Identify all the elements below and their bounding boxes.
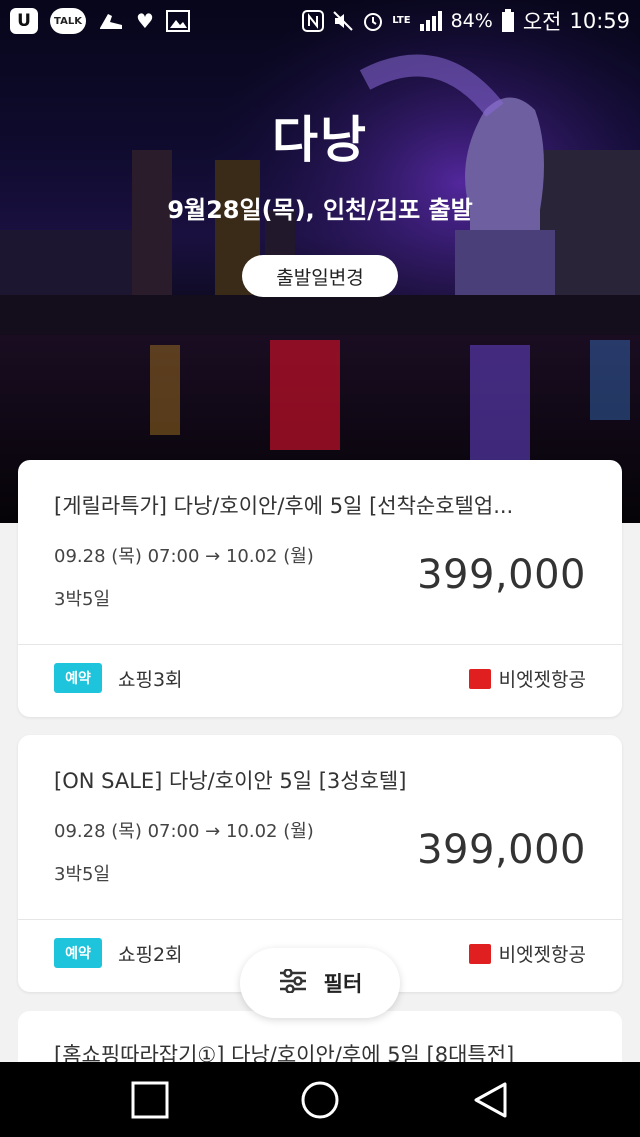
nfc-icon	[302, 10, 325, 32]
reservation-badge: 예약	[54, 938, 102, 968]
hero-banner: U TALK ♥ LTE 84% 오전 10:59 다낭 9월28일(목), 인…	[0, 0, 640, 523]
reservation-badge: 예약	[54, 663, 102, 693]
airline-name: 비엣젯항공	[498, 669, 586, 691]
back-button[interactable]	[470, 1080, 510, 1120]
product-duration: 3박5일	[54, 589, 111, 610]
battery-icon	[501, 9, 515, 33]
airline-info: 비엣젯항공	[468, 665, 586, 692]
vietjet-logo-icon	[468, 668, 491, 689]
ampm-label: 오전	[522, 10, 562, 34]
kakaotalk-icon: TALK	[50, 8, 86, 34]
running-shoe-icon	[98, 10, 124, 32]
product-dates: 09.28 (목) 07:00 → 10.02 (월)	[54, 546, 314, 567]
shopping-count: 쇼핑3회	[118, 669, 183, 691]
lte-icon: LTE	[392, 15, 411, 26]
alarm-icon	[362, 10, 384, 32]
battery-percent: 84%	[450, 10, 493, 32]
recent-apps-button[interactable]	[130, 1080, 170, 1120]
destination-title: 다낭	[272, 111, 368, 169]
shopping-count: 쇼핑2회	[118, 944, 183, 966]
image-icon	[165, 10, 190, 32]
airline-name: 비엣젯항공	[498, 944, 586, 966]
mute-icon	[332, 10, 354, 32]
airline-info: 비엣젯항공	[468, 940, 586, 967]
circle-icon	[301, 1081, 339, 1119]
vietjet-logo-icon	[468, 943, 491, 964]
clock-time: 10:59	[569, 9, 630, 33]
filter-sliders-icon	[278, 968, 308, 997]
heart-icon: ♥	[136, 9, 154, 33]
departure-info: 9월28일(목), 인천/김포 출발	[167, 196, 473, 224]
android-nav-bar	[0, 1062, 640, 1137]
product-price: 399,000	[417, 827, 586, 873]
change-departure-button[interactable]: 출발일변경	[242, 255, 398, 297]
product-title: [ON SALE] 다낭/호이안 5일 [3성호텔]	[54, 769, 407, 793]
home-button[interactable]	[300, 1080, 340, 1120]
product-dates: 09.28 (목) 07:00 → 10.02 (월)	[54, 821, 314, 842]
product-duration: 3박5일	[54, 864, 111, 885]
u-plus-icon: U	[10, 8, 38, 34]
square-icon	[131, 1081, 169, 1119]
back-triangle-icon	[474, 1082, 507, 1118]
filter-label: 필터	[323, 972, 363, 996]
status-bar: U TALK ♥ LTE 84% 오전 10:59	[0, 0, 640, 44]
product-card[interactable]: [게릴라특가] 다낭/호이안/후에 5일 [선착순호텔업... 09.28 (목…	[18, 460, 622, 717]
product-price: 399,000	[417, 552, 586, 598]
filter-button[interactable]: 필터	[240, 948, 400, 1018]
signal-icon	[419, 10, 443, 32]
product-title: [게릴라특가] 다낭/호이안/후에 5일 [선착순호텔업...	[54, 494, 514, 518]
